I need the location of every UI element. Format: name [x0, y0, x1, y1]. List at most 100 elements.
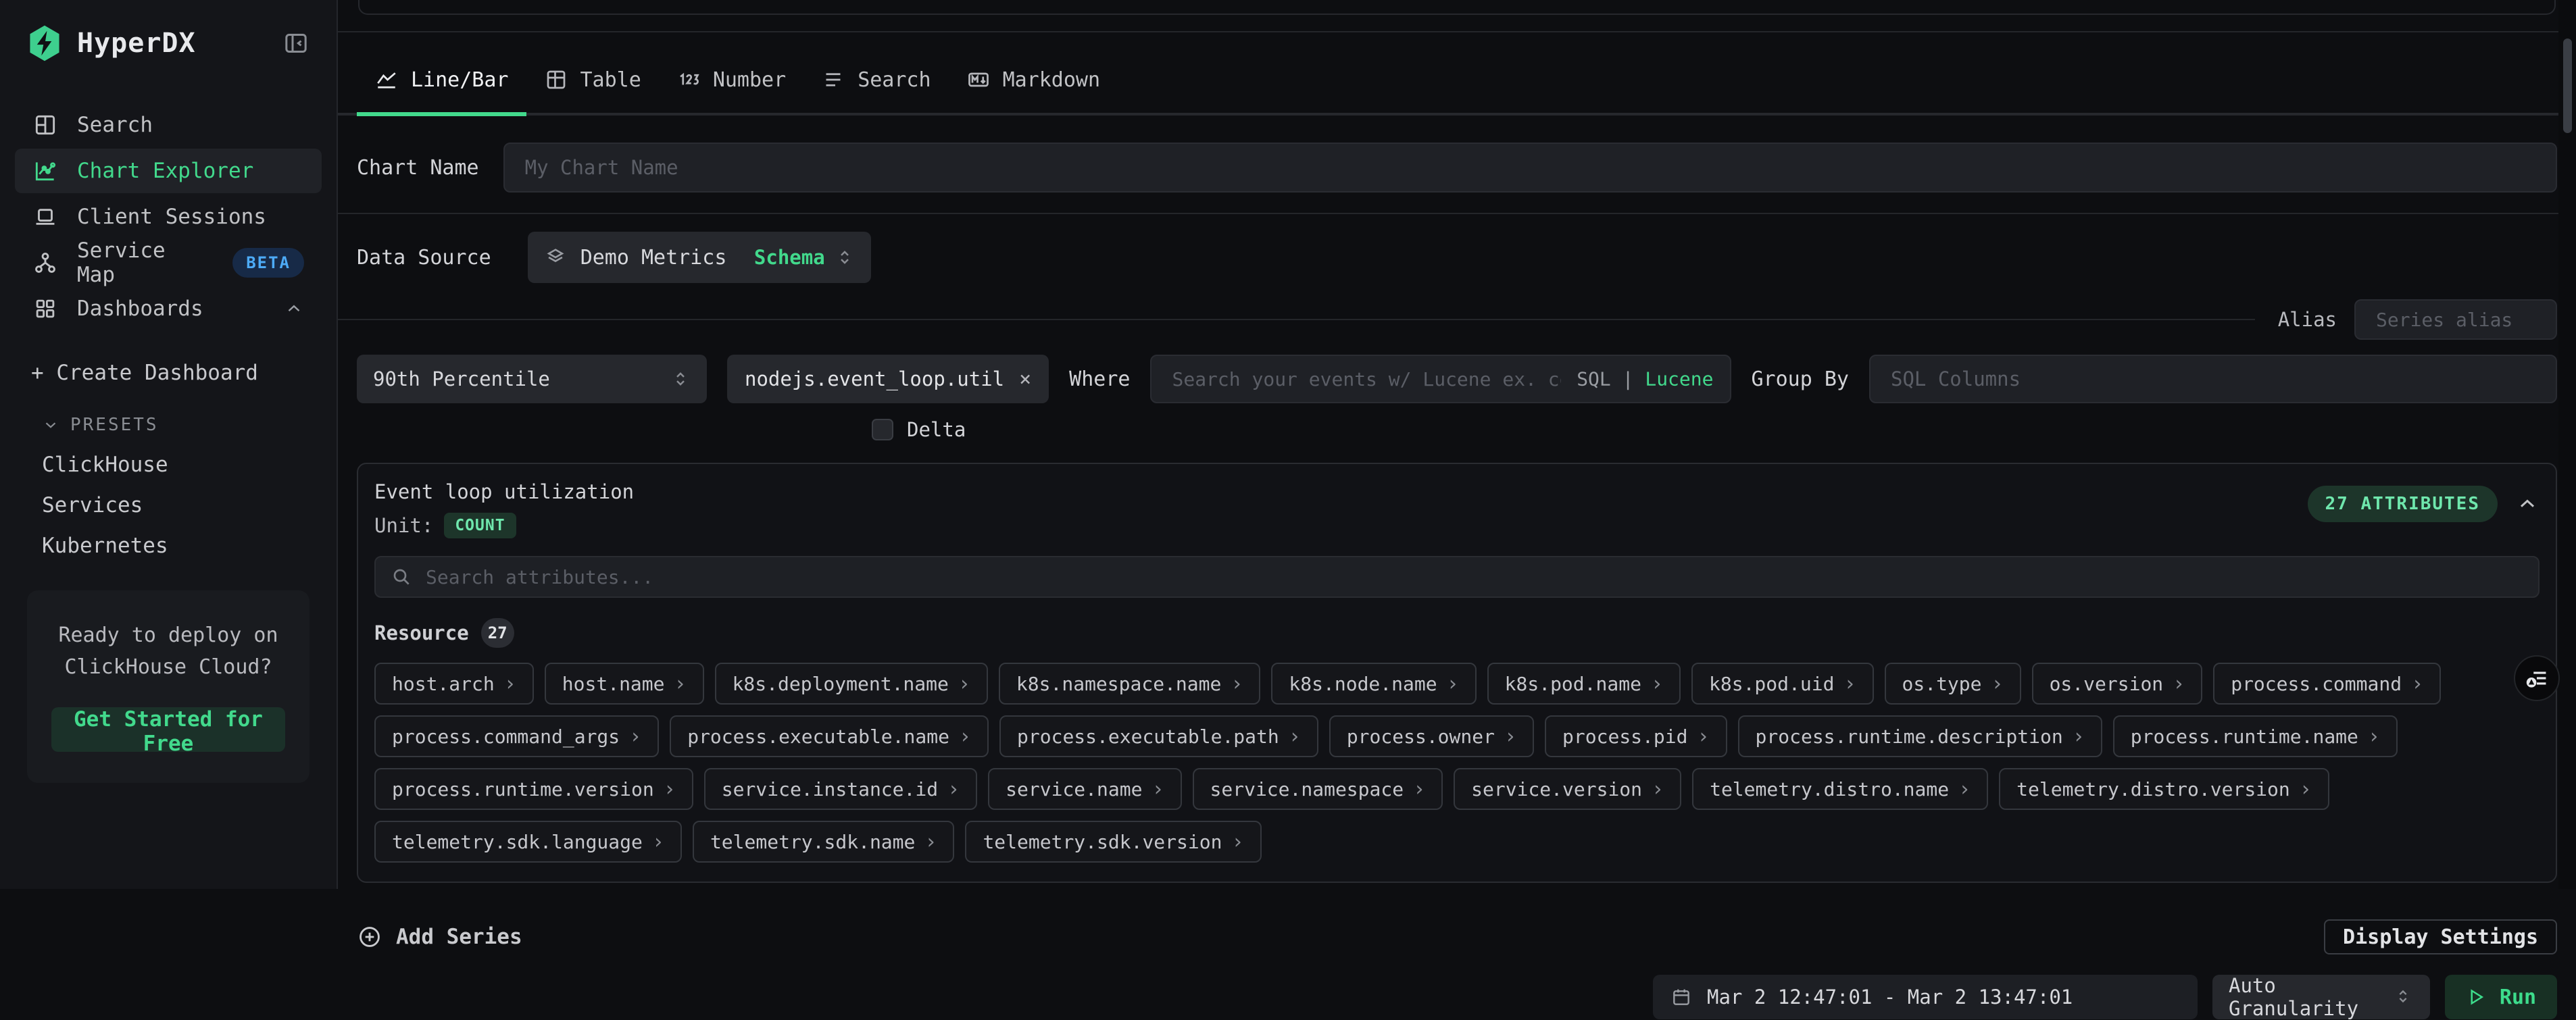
layers-icon: [544, 246, 567, 269]
sidebar-item-label: Dashboards: [77, 297, 203, 321]
resource-group-row: Resource 27: [374, 618, 2540, 648]
attribute-chip[interactable]: os.type ›: [1885, 663, 2021, 705]
attribute-chip[interactable]: telemetry.distro.name ›: [1692, 768, 1988, 810]
sitemap-icon: [32, 250, 58, 276]
preset-item[interactable]: Services: [42, 485, 337, 526]
unit-value-badge: COUNT: [444, 513, 516, 538]
delta-checkbox[interactable]: [872, 419, 893, 440]
chevron-right-icon: ›: [958, 672, 970, 696]
get-started-button[interactable]: Get Started for Free: [51, 707, 285, 752]
group-by-input[interactable]: [1869, 355, 2557, 403]
attribute-chip-label: service.version: [1471, 778, 1642, 800]
schema-link[interactable]: Schema: [754, 246, 825, 269]
preset-list: ClickHouse Services Kubernetes: [42, 444, 337, 566]
attribute-chip[interactable]: process.command ›: [2213, 663, 2441, 705]
attribute-search-input[interactable]: [374, 556, 2540, 598]
attribute-chip[interactable]: os.version ›: [2032, 663, 2203, 705]
search-icon: [391, 566, 412, 588]
attribute-chip[interactable]: k8s.deployment.name ›: [715, 663, 988, 705]
attribute-chip[interactable]: telemetry.sdk.version ›: [965, 821, 1261, 863]
attribute-chip-label: process.executable.name: [687, 725, 949, 748]
tab-search[interactable]: Search: [803, 50, 948, 116]
presets-toggle[interactable]: PRESETS: [42, 415, 337, 435]
attribute-chip-label: service.namespace: [1210, 778, 1404, 800]
tab-label: Search: [858, 68, 931, 92]
where-label: Where: [1069, 367, 1130, 391]
chart-name-input[interactable]: [503, 143, 2557, 193]
date-range-picker[interactable]: Mar 2 12:47:01 - Mar 2 13:47:01: [1653, 975, 2198, 1019]
tab-number[interactable]: Number: [659, 50, 803, 116]
resource-group-label: Resource: [374, 621, 469, 644]
unit-label: Unit:: [374, 514, 433, 537]
lucene-option[interactable]: Lucene: [1645, 368, 1713, 390]
sidebar-nav: Search Chart Explorer Cl: [0, 103, 337, 331]
add-series-button[interactable]: Add Series: [357, 924, 522, 950]
attribute-chip[interactable]: k8s.pod.uid ›: [1691, 663, 1874, 705]
date-range-value: Mar 2 12:47:01 - Mar 2 13:47:01: [1707, 986, 2073, 1009]
alias-input[interactable]: [2354, 299, 2557, 340]
tab-markdown[interactable]: Markdown: [949, 50, 1118, 116]
sql-lucene-toggle[interactable]: SQL | Lucene: [1577, 368, 1713, 390]
attribute-chip[interactable]: telemetry.sdk.language ›: [374, 821, 682, 863]
number-123-icon: [676, 68, 701, 92]
toggle-divider: |: [1623, 368, 1634, 390]
chevron-right-icon: ›: [1843, 672, 1856, 696]
aggregation-select[interactable]: 90th Percentile: [357, 355, 707, 403]
attribute-chip-label: process.pid: [1562, 725, 1687, 748]
attribute-chip[interactable]: process.runtime.name ›: [2113, 715, 2398, 757]
tab-table[interactable]: Table: [526, 50, 659, 116]
sidebar-item-service-map[interactable]: Service Map BETA: [15, 240, 322, 285]
sidebar-item-label: Service Map: [77, 238, 214, 287]
attribute-chip[interactable]: service.version ›: [1454, 768, 1681, 810]
attribute-chip[interactable]: process.runtime.description ›: [1738, 715, 2102, 757]
preset-item[interactable]: ClickHouse: [42, 444, 337, 485]
chart-type-tabs: Line/Bar Table Number: [338, 50, 2576, 116]
create-dashboard-button[interactable]: + Create Dashboard: [31, 361, 337, 385]
data-source-select[interactable]: Demo Metrics Schema: [528, 232, 871, 283]
attribute-chip[interactable]: service.name ›: [988, 768, 1181, 810]
sidebar-item-chart-explorer[interactable]: Chart Explorer: [15, 149, 322, 193]
run-button[interactable]: Run: [2445, 975, 2557, 1019]
add-series-label: Add Series: [396, 925, 522, 949]
sidebar-collapse-icon[interactable]: [282, 30, 309, 57]
hyperdx-logo-icon: [27, 24, 62, 62]
attribute-chip-label: service.name: [1006, 778, 1142, 800]
attribute-chip[interactable]: host.arch ›: [374, 663, 534, 705]
delta-row: Delta: [872, 418, 2557, 441]
attribute-chip[interactable]: process.pid ›: [1545, 715, 1727, 757]
collapse-panel-icon[interactable]: [2515, 492, 2540, 516]
attribute-chip[interactable]: process.owner ›: [1329, 715, 1534, 757]
attribute-chip[interactable]: telemetry.distro.version ›: [1999, 768, 2329, 810]
markdown-icon: [966, 68, 991, 92]
remove-metric-icon[interactable]: ×: [1019, 367, 1031, 391]
metric-attributes-panel: Event loop utilization Unit: COUNT 27 AT…: [357, 463, 2557, 883]
attribute-chip[interactable]: process.command_args ›: [374, 715, 659, 757]
line-chart-icon: [374, 68, 399, 92]
feedback-fab-button[interactable]: [2514, 655, 2560, 701]
display-settings-button[interactable]: Display Settings: [2324, 919, 2557, 954]
attribute-chip[interactable]: telemetry.sdk.name ›: [693, 821, 955, 863]
sidebar-item-dashboards[interactable]: Dashboards: [15, 286, 322, 331]
tab-line-bar[interactable]: Line/Bar: [357, 50, 526, 116]
table-icon: [544, 68, 568, 92]
sql-option[interactable]: SQL: [1577, 368, 1611, 390]
attribute-chip[interactable]: k8s.pod.name ›: [1487, 663, 1681, 705]
scrollbar-thumb[interactable]: [2563, 39, 2572, 133]
sidebar-item-search[interactable]: Search: [15, 103, 322, 147]
attribute-chip[interactable]: host.name ›: [545, 663, 704, 705]
attribute-chip[interactable]: k8s.node.name ›: [1271, 663, 1476, 705]
attribute-chip[interactable]: process.executable.path ›: [999, 715, 1318, 757]
attribute-chip[interactable]: process.executable.name ›: [670, 715, 989, 757]
attribute-chip[interactable]: process.runtime.version ›: [374, 768, 693, 810]
clickhouse-promo-card: Ready to deploy on ClickHouse Cloud? Get…: [27, 590, 309, 783]
metric-field-chip[interactable]: nodejs.event_loop.util ×: [727, 355, 1049, 403]
granularity-select[interactable]: Auto Granularity: [2212, 975, 2430, 1019]
attribute-chip[interactable]: service.namespace ›: [1193, 768, 1443, 810]
series-row: 90th Percentile nodejs.event_loop.util ×…: [357, 355, 2557, 403]
preset-item[interactable]: Kubernetes: [42, 526, 337, 566]
select-chevrons-icon: [670, 369, 691, 389]
attribute-chip[interactable]: service.instance.id ›: [704, 768, 977, 810]
attribute-chip[interactable]: k8s.namespace.name ›: [999, 663, 1261, 705]
attribute-chip-label: host.name: [562, 673, 665, 695]
sidebar-item-client-sessions[interactable]: Client Sessions: [15, 195, 322, 239]
